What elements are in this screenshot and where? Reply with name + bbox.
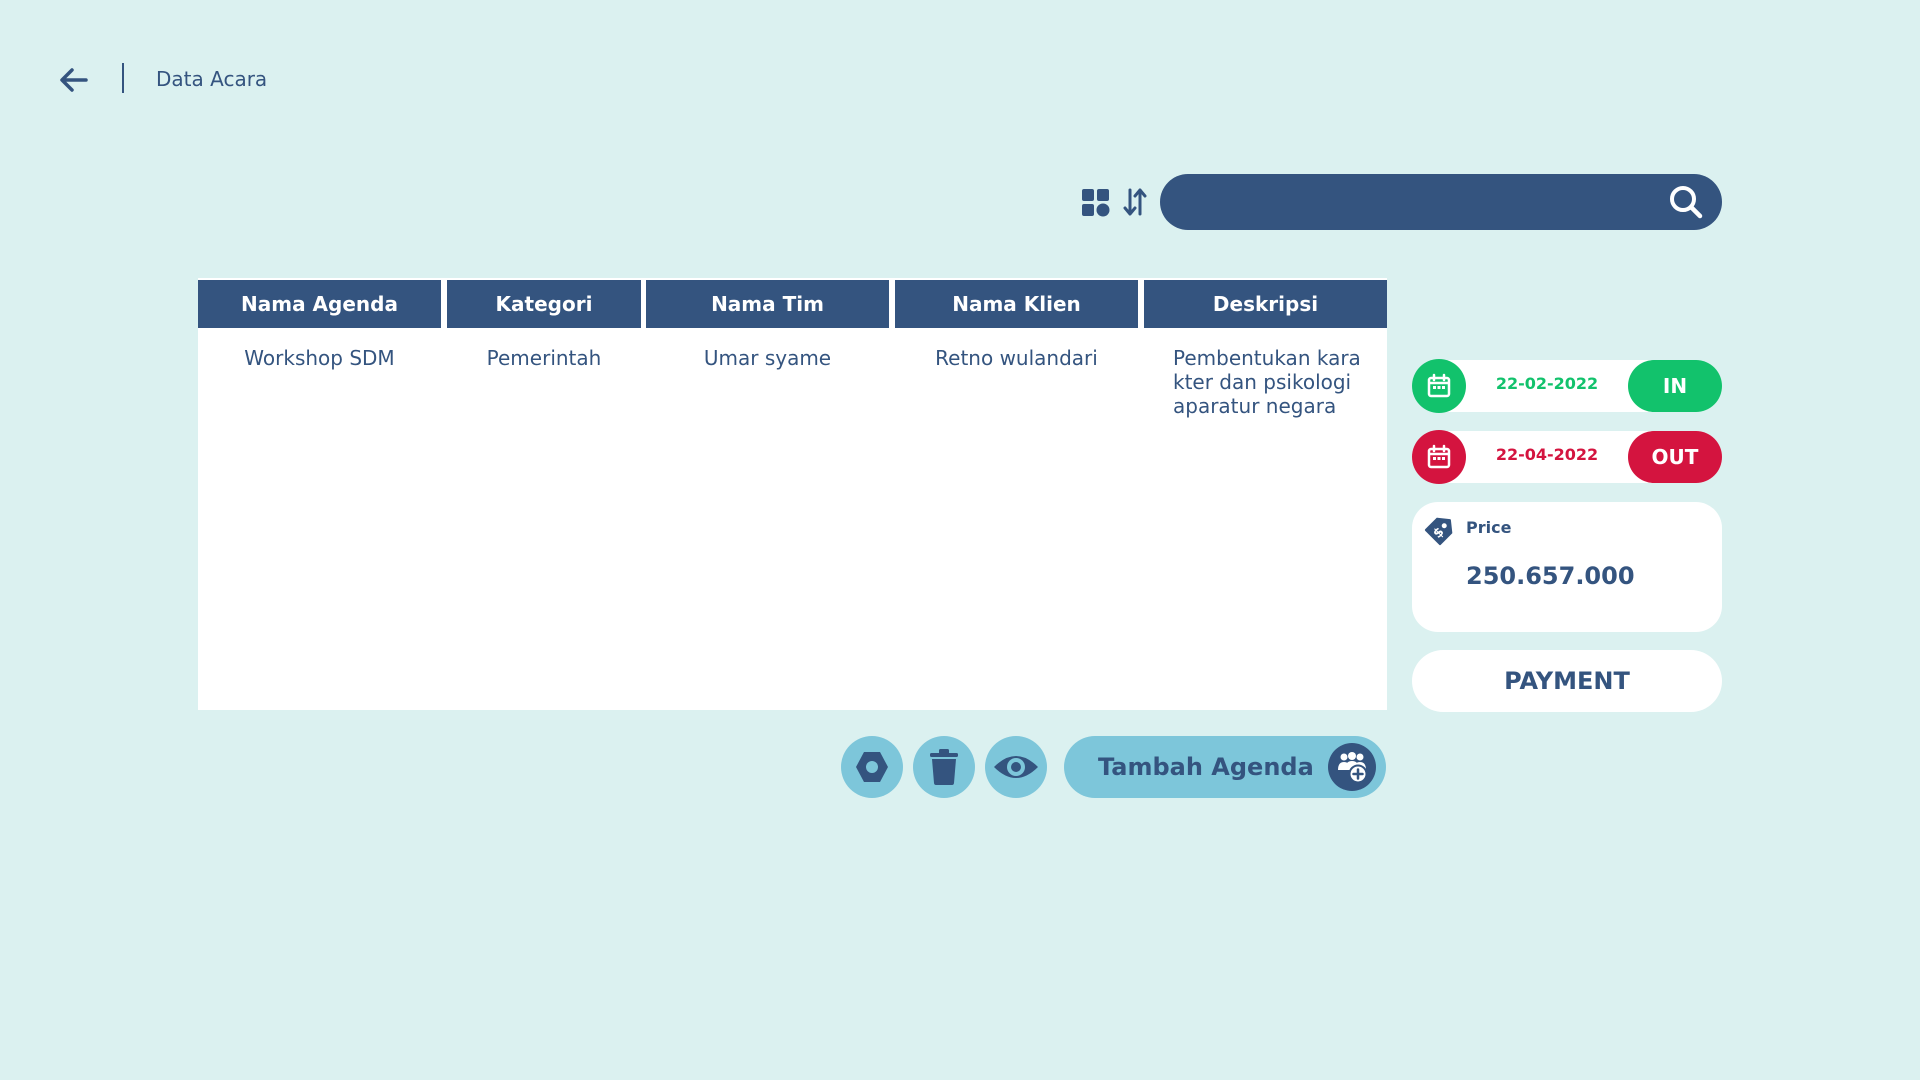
- back-button[interactable]: [54, 60, 94, 100]
- price-tag-icon: $: [1424, 517, 1453, 546]
- delete-button[interactable]: [913, 736, 975, 798]
- add-agenda-label: Tambah Agenda: [1098, 753, 1314, 781]
- sort-button[interactable]: [1118, 184, 1152, 220]
- search-bar: [1160, 174, 1722, 230]
- add-team-icon-wrap: [1328, 743, 1376, 791]
- grid-view-icon: [1082, 189, 1110, 217]
- trash-icon: [930, 749, 958, 785]
- payment-button[interactable]: PAYMENT: [1412, 650, 1722, 712]
- column-header-deskripsi[interactable]: Deskripsi: [1144, 280, 1387, 328]
- date-in-calendar-button[interactable]: [1412, 359, 1466, 413]
- date-out-calendar-button[interactable]: [1412, 430, 1466, 484]
- add-team-icon: [1338, 752, 1368, 784]
- column-header-nama-tim[interactable]: Nama Tim: [646, 280, 889, 328]
- cell-kategori: Pemerintah: [486, 346, 602, 370]
- date-out-value[interactable]: 22-04-2022: [1472, 445, 1622, 464]
- calendar-icon: [1427, 444, 1451, 469]
- settings-button[interactable]: [841, 736, 903, 798]
- price-card: $ Price 250.657.000: [1412, 502, 1722, 632]
- add-agenda-button[interactable]: Tambah Agenda: [1064, 736, 1386, 798]
- date-in-row: 22-02-2022 IN: [1412, 359, 1722, 413]
- settings-icon: [856, 752, 888, 782]
- date-in-value[interactable]: 22-02-2022: [1472, 374, 1622, 393]
- eye-icon: [994, 756, 1038, 778]
- check-out-button[interactable]: OUT: [1628, 431, 1722, 483]
- calendar-icon: [1427, 373, 1451, 398]
- arrow-left-icon: [60, 68, 88, 92]
- agenda-table: Nama Agenda Kategori Nama Tim Nama Klien…: [198, 278, 1387, 710]
- search-input[interactable]: [1188, 182, 1632, 224]
- check-in-button[interactable]: IN: [1628, 360, 1722, 412]
- page-title: Data Acara: [156, 67, 268, 91]
- sort-icon: [1123, 188, 1147, 216]
- price-label: Price: [1466, 518, 1512, 537]
- cell-nama-agenda: Workshop SDM: [244, 346, 395, 370]
- cell-deskripsi: Pembentukan karakter dan psikologi apara…: [1173, 346, 1361, 418]
- column-header-nama-agenda[interactable]: Nama Agenda: [198, 280, 441, 328]
- search-icon[interactable]: [1668, 184, 1704, 220]
- view-button[interactable]: [985, 736, 1047, 798]
- column-header-kategori[interactable]: Kategori: [447, 280, 641, 328]
- column-header-nama-klien[interactable]: Nama Klien: [895, 280, 1138, 328]
- grid-view-button[interactable]: [1080, 186, 1112, 220]
- date-out-row: 22-04-2022 OUT: [1412, 430, 1722, 484]
- header-divider: [122, 63, 124, 93]
- price-value: 250.657.000: [1466, 562, 1635, 590]
- cell-nama-tim: Umar syame: [703, 346, 832, 370]
- cell-nama-klien: Retno wulandari: [935, 346, 1098, 370]
